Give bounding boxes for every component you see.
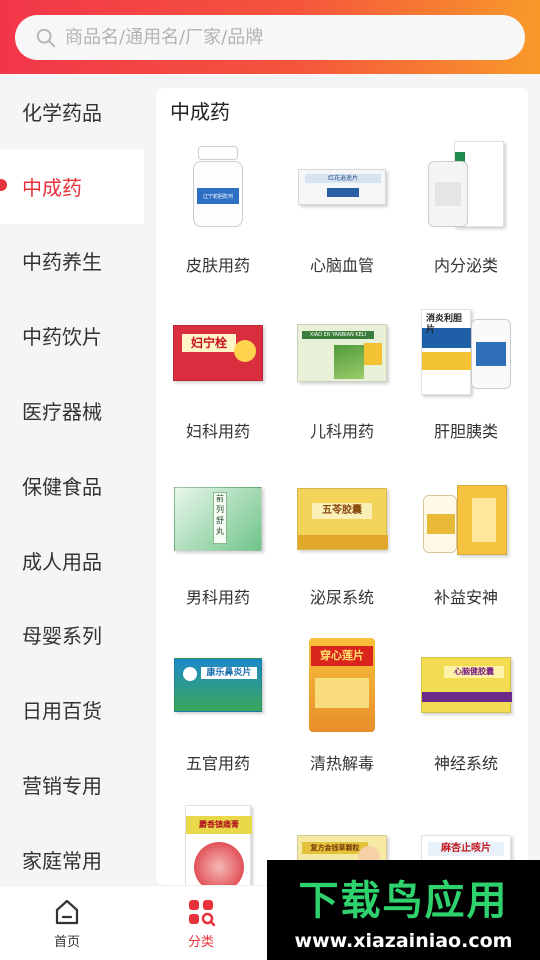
product-image	[421, 468, 511, 570]
product-image: 麝香镇痛膏	[173, 800, 263, 885]
product-image	[421, 136, 511, 238]
watermark-url: www.xiazainiao.com	[294, 930, 513, 952]
sidebar-item-medical-devices[interactable]: 医疗器械	[0, 373, 144, 448]
sidebar-item-chemical-drugs[interactable]: 化学药品	[0, 74, 144, 149]
subcategory-tonic-sedative[interactable]: 补益安神	[404, 464, 528, 630]
subcategory-andrology[interactable]: 前列舒丸 男科用药	[156, 464, 280, 630]
subcategory-detox[interactable]: 穿心莲片 清热解毒	[280, 630, 404, 796]
subcategory-pediatrics[interactable]: XIAO ER YANBIAN KELI 儿科用药	[280, 298, 404, 464]
product-image: 心脑健胶囊	[421, 634, 512, 736]
watermark-overlay: 下载鸟应用 www.xiazainiao.com	[267, 860, 540, 960]
subcategory-label: 心脑血管	[309, 256, 374, 275]
sidebar-item-mother-baby[interactable]: 母婴系列	[0, 598, 144, 673]
subcategory-label: 皮肤用药	[185, 256, 250, 275]
search-icon	[36, 28, 56, 47]
sidebar-item-chinese-patent-medicine[interactable]: 中成药	[0, 148, 144, 224]
subcategory-label: 五官用药	[185, 754, 250, 773]
subcategory-label: 神经系统	[433, 754, 498, 773]
subcategory-item-13[interactable]: 麝香镇痛膏	[156, 796, 280, 885]
product-image: 五苓胶囊	[297, 468, 388, 570]
subcategory-skin[interactable]: 辽宁蛇胆酊剂 皮肤用药	[156, 132, 280, 298]
tab-home-label: 首页	[53, 935, 80, 950]
section-title: 中成药	[170, 100, 230, 124]
product-image: 消炎利胆片	[421, 302, 511, 404]
subcategory-endocrine[interactable]: 内分泌类	[404, 132, 528, 298]
product-image: 穿心莲片	[297, 634, 387, 736]
category-grid-icon	[189, 900, 216, 927]
category-content-panel: 中成药 辽宁蛇胆酊剂 皮肤用药 红花逍遥片 心脑血管 内分泌类 妇宁栓 妇科用药…	[156, 88, 528, 885]
product-image: 妇宁栓	[173, 302, 263, 404]
subcategory-label: 肝胆胰类	[433, 422, 498, 441]
search-bar[interactable]	[15, 15, 525, 60]
subcategory-label: 清热解毒	[309, 754, 374, 773]
sidebar-item-health-food[interactable]: 保健食品	[0, 448, 144, 523]
tab-category-label: 分类	[187, 935, 214, 950]
subcategory-label: 男科用药	[185, 588, 250, 607]
subcategory-urinary[interactable]: 五苓胶囊 泌尿系统	[280, 464, 404, 630]
tab-home[interactable]: 首页	[0, 886, 134, 960]
product-image: 前列舒丸	[173, 468, 263, 570]
product-image: XIAO ER YANBIAN KELI	[297, 302, 387, 404]
sidebar-item-marketing[interactable]: 营销专用	[0, 747, 144, 822]
product-image: 红花逍遥片	[297, 136, 387, 238]
product-image: 辽宁蛇胆酊剂	[173, 136, 263, 238]
sidebar-item-herbal-slices[interactable]: 中药饮片	[0, 298, 144, 373]
subcategory-label: 泌尿系统	[309, 588, 374, 607]
subcategory-ent[interactable]: 康乐鼻炎片 五官用药	[156, 630, 280, 796]
subcategory-hepatobiliary[interactable]: 消炎利胆片 肝胆胰类	[404, 298, 528, 464]
subcategory-label: 妇科用药	[185, 422, 250, 441]
sidebar-item-adult-products[interactable]: 成人用品	[0, 523, 144, 598]
product-image: 康乐鼻炎片	[173, 634, 263, 736]
tab-category[interactable]: 分类	[134, 886, 268, 960]
subcategory-label: 补益安神	[433, 588, 498, 607]
category-sidebar: 化学药品 中成药 中药养生 中药饮片 医疗器械 保健食品 成人用品 母婴系列 日…	[0, 74, 144, 885]
subcategory-gynecology[interactable]: 妇宁栓 妇科用药	[156, 298, 280, 464]
home-icon	[55, 899, 79, 925]
subcategory-cardio[interactable]: 红花逍遥片 心脑血管	[280, 132, 404, 298]
header-bar	[0, 0, 540, 74]
sidebar-item-household[interactable]: 家庭常用	[0, 822, 144, 885]
search-input[interactable]	[65, 27, 485, 48]
sidebar-item-daily-goods[interactable]: 日用百货	[0, 672, 144, 747]
watermark-title: 下载鸟应用	[298, 878, 509, 924]
subcategory-label: 儿科用药	[309, 422, 374, 441]
subcategory-label: 内分泌类	[433, 256, 498, 275]
subcategory-neurology[interactable]: 心脑健胶囊 神经系统	[404, 630, 528, 796]
sidebar-item-tcm-wellness[interactable]: 中药养生	[0, 224, 144, 299]
